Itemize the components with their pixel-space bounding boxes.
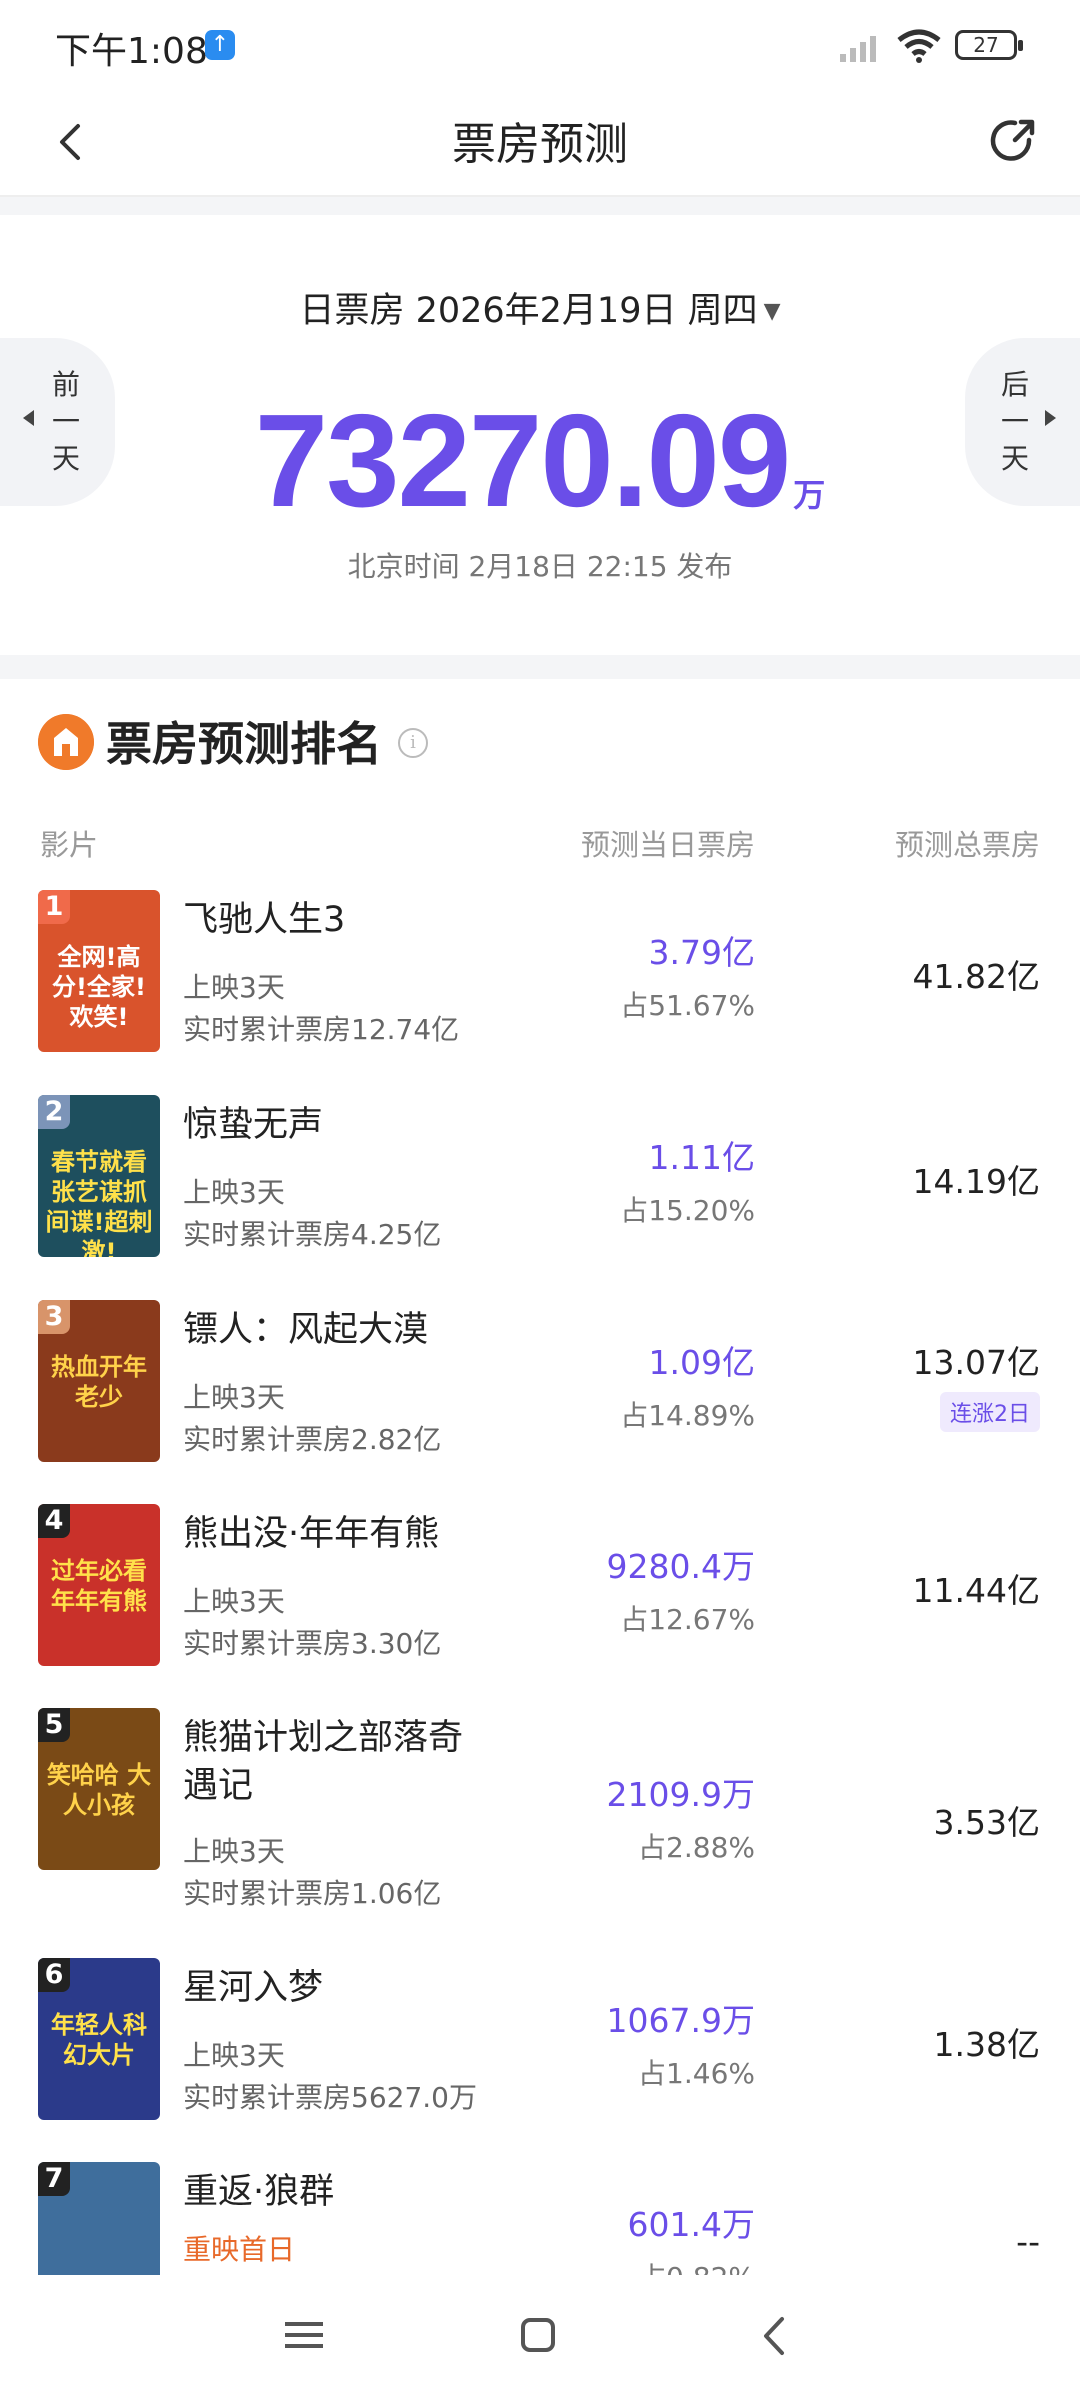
movie-title: 镖人：风起大漠 [183,1310,429,1350]
poster-image: 4 过年必看 年年有熊 [38,1504,160,1666]
ranking-title: 票房预测排名 [106,717,382,771]
total-forecast: 13.07亿 [912,1343,1040,1382]
col-daily-header: 预测当日票房 [580,828,755,862]
movie-cumulative: 实时累计票房2.82亿 [183,1423,442,1456]
movie-cumulative: 实时累计票房5627.0万 [183,2081,477,2114]
daily-share: 占1.46% [638,2057,755,2090]
poster-image: 2 春节就看张艺谋抓间谍!超刺激! [38,1095,160,1257]
poster-image: 1 全网!高分!全家!欢笑! [38,890,160,1052]
poster-caption: 过年必看 年年有熊 [51,1557,147,1615]
back-nav-icon[interactable] [760,2315,786,2357]
daily-total-value: 73270.09 [254,387,792,534]
poster-caption: 春节就看张艺谋抓间谍!超刺激! [45,1148,153,1257]
status-bar: 下午1:08 ↑ 27 [0,0,1080,90]
total-forecast: 3.53亿 [933,1803,1040,1842]
poster-image: 5 笑哈哈 大人小孩 [38,1708,160,1870]
daily-forecast: 601.4万 [627,2205,755,2244]
rank-badge: 5 [38,1708,70,1742]
daily-share: 占0.82% [638,2256,755,2275]
movie-days: 上映3天 [183,1835,285,1868]
daily-share: 占14.89% [620,1399,755,1432]
daily-share: 占51.67% [620,989,755,1022]
divider [0,655,1080,679]
wifi-icon [897,29,941,63]
list-item[interactable]: 3 热血开年 老少 镖人：风起大漠 上映3天 实时累计票房2.82亿 1.09亿… [0,1300,1080,1475]
movie-cumulative: 实时累计票房4.25亿 [183,1218,442,1251]
ranking-logo-icon [38,714,94,770]
publish-time: 北京时间 2月18日 22:15 发布 [347,550,733,583]
list-item[interactable]: 1 全网!高分!全家!欢笑! 飞驰人生3 上映3天 实时累计票房12.74亿 3… [0,890,1080,1065]
poster-image: 3 热血开年 老少 [38,1300,160,1462]
daily-total-unit: 万 [793,476,826,514]
system-nav-bar [0,2275,1080,2400]
poster-caption: 笑哈哈 大人小孩 [46,1761,152,1819]
rank-badge: 1 [38,890,70,924]
daily-forecast: 1067.9万 [606,2001,755,2040]
battery-icon: 27 [955,30,1023,60]
dropdown-caret-icon: ▼ [763,299,781,324]
movie-days: 重映首日 [183,2233,296,2266]
movie-days: 上映3天 [183,2039,285,2072]
list-item[interactable]: 5 笑哈哈 大人小孩 熊猫计划之部落奇遇记 上映3天 实时累计票房1.06亿 2… [0,1708,1080,1918]
total-forecast: 1.38亿 [933,2025,1040,2064]
movie-title: 惊蛰无声 [183,1105,324,1145]
total-forecast: 14.19亿 [912,1162,1040,1201]
poster-caption: 年轻人科幻大片 [51,2011,147,2069]
daily-share: 占12.67% [620,1603,755,1636]
home-icon[interactable] [520,2317,556,2353]
rank-badge: 4 [38,1504,70,1538]
rank-badge: 6 [38,1958,70,1992]
col-total-header: 预测总票房 [894,828,1040,862]
daily-forecast: 3.79亿 [648,933,755,972]
poster-image: 6 年轻人科幻大片 [38,1958,160,2120]
signal-icon [840,36,876,62]
movie-title: 飞驰人生3 [183,900,346,940]
col-movie-header: 影片 [40,828,99,862]
poster-image: 7 [38,2162,160,2275]
rank-badge: 3 [38,1300,70,1334]
movie-cumulative: 实时累计票房12.74亿 [183,1013,460,1046]
movie-cumulative: 实时累计票房1.06亿 [183,1877,442,1910]
total-forecast: -- [1016,2222,1040,2261]
daily-share: 占2.88% [638,1831,755,1864]
total-forecast: 41.82亿 [912,957,1040,996]
movie-days: 上映3天 [183,1381,285,1414]
top-app-bar: 票房预测 [0,90,1080,197]
poster-caption: 热血开年 老少 [51,1353,147,1411]
list-item[interactable]: 2 春节就看张艺谋抓间谍!超刺激! 惊蛰无声 上映3天 实时累计票房4.25亿 … [0,1095,1080,1270]
menu-icon[interactable] [285,2320,323,2350]
list-item[interactable]: 4 过年必看 年年有熊 熊出没·年年有熊 上映3天 实时累计票房3.30亿 92… [0,1504,1080,1679]
total-forecast: 11.44亿 [912,1571,1040,1610]
daily-forecast: 2109.9万 [606,1775,755,1814]
status-time: 下午1:08 [55,31,208,72]
movie-title: 熊猫计划之部落奇遇记 [183,1718,464,1806]
streak-badge: 连涨2日 [940,1392,1040,1432]
share-icon[interactable] [985,110,1041,170]
movie-days: 上映3天 [183,971,285,1004]
movie-title: 熊出没·年年有熊 [183,1514,440,1554]
date-label: 日票房 2026年2月19日 周四 [299,291,758,331]
daily-share: 占15.20% [620,1194,755,1227]
info-icon[interactable]: i [398,728,428,758]
daily-forecast: 1.09亿 [648,1343,755,1382]
rank-badge: 7 [38,2162,70,2196]
divider [0,197,1080,215]
daily-forecast: 1.11亿 [648,1138,755,1177]
rank-badge: 2 [38,1095,70,1129]
upload-icon: ↑ [205,30,235,60]
movie-days: 上映3天 [183,1176,285,1209]
list-item[interactable]: 6 年轻人科幻大片 星河入梦 上映3天 实时累计票房5627.0万 1067.9… [0,1958,1080,2133]
poster-caption: 全网!高分!全家!欢笑! [52,943,146,1031]
date-selector[interactable]: 日票房 2026年2月19日 周四 ▼ [0,282,1080,333]
daily-forecast: 9280.4万 [606,1547,755,1586]
movie-cumulative: 实时累计票房3.30亿 [183,1627,442,1660]
page-title: 票房预测 [452,119,628,170]
movie-title: 星河入梦 [183,1968,324,2008]
movie-title: 重返·狼群 [183,2172,335,2212]
list-item[interactable]: 7 重返·狼群 重映首日 601.4万 占0.82% -- [0,2162,1080,2275]
daily-total: 73270.09 万 [0,385,1080,536]
movie-days: 上映3天 [183,1585,285,1618]
